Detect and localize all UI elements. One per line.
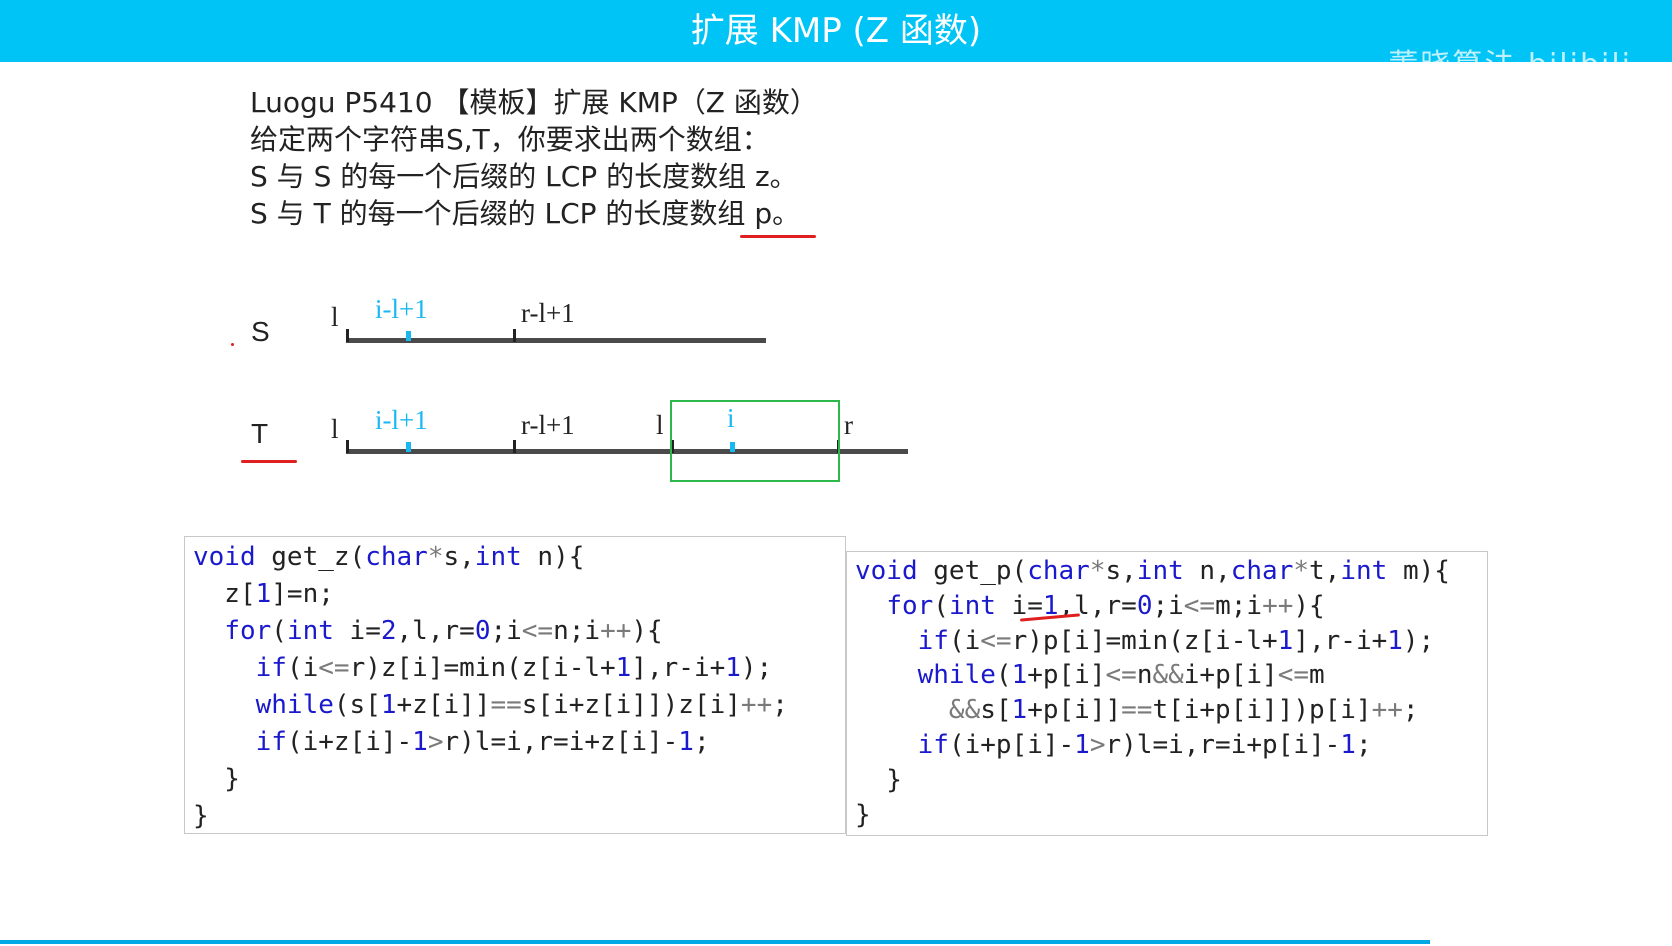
problem-line-1: Luogu P5410 【模板】扩展 KMP（Z 函数） (250, 86, 818, 119)
red-underline-t (241, 460, 297, 463)
code-get-z: void get_z(char*s,int n){ z[1]=n; for(in… (184, 536, 846, 834)
code-get-p: void get_p(char*s,int n,char*t,int m){ f… (846, 551, 1488, 836)
progress-bar (0, 940, 1430, 944)
s-mark-r-l-1: r-l+1 (521, 298, 575, 328)
code-line: void get_p(char*s,int n,char*t,int m){ f… (855, 556, 1450, 830)
t-mark-l-1: l (331, 414, 339, 444)
t-tick-i-l-1 (406, 442, 411, 452)
red-dot (231, 343, 234, 346)
title-bar: 扩展 KMP (Z 函数) 董晓算法 bilibili (0, 0, 1672, 83)
red-underline-p (740, 235, 816, 238)
s-tick-i-l-1 (406, 331, 411, 341)
s-mark-i-l-1: i-l+1 (375, 294, 428, 324)
watermark-logo: 董晓算法 bilibili (1388, 48, 1632, 83)
problem-statement: Luogu P5410 【模板】扩展 KMP（Z 函数） 给定两个字符串S,T，… (250, 84, 890, 232)
t-mark-l-2: l (656, 410, 664, 440)
problem-line-3: S 与 S 的每一个后缀的 LCP 的长度数组 z。 (250, 160, 798, 193)
t-tick-r-l-1 (513, 440, 516, 453)
t-mark-r: r (844, 410, 853, 440)
z-box-l-r (670, 400, 840, 482)
s-label: S (251, 316, 270, 347)
t-mark-r-l-1: r-l+1 (521, 410, 575, 440)
problem-line-4: S 与 T 的每一个后缀的 LCP 的长度数组 p。 (250, 197, 801, 230)
t-mark-i-l-1: i-l+1 (375, 405, 428, 435)
s-tick-l (346, 329, 349, 342)
code-line: void get_z(char*s,int n){ z[1]=n; for(in… (193, 542, 788, 831)
t-label: T (251, 418, 269, 449)
s-tick-r-l-1 (513, 329, 516, 342)
t-tick-l-1 (346, 440, 349, 453)
problem-line-2: 给定两个字符串S,T，你要求出两个数组： (250, 123, 770, 156)
s-mark-l: l (331, 302, 339, 332)
